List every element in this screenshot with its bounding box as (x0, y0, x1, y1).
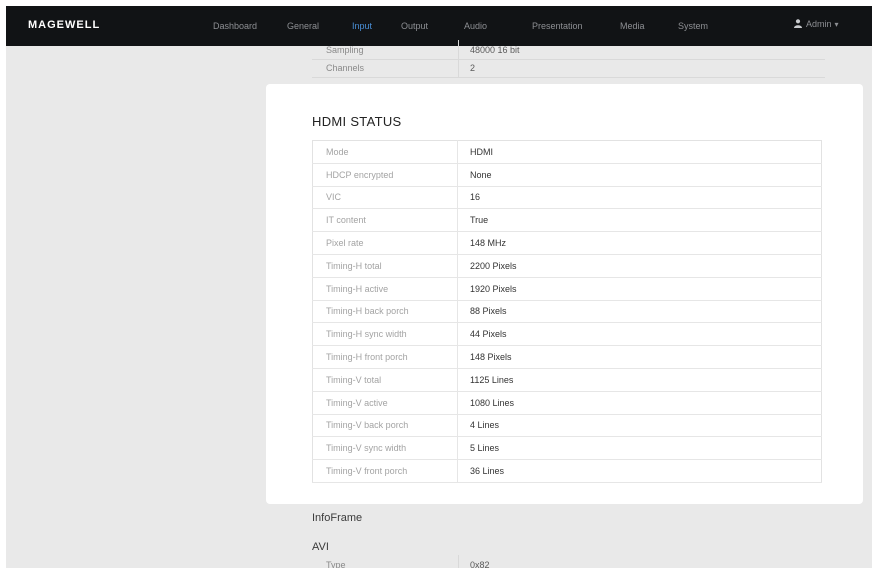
nav-item-system[interactable]: System (678, 21, 708, 31)
chevron-down-icon: ▾ (834, 20, 839, 29)
table-row: IT content True (312, 208, 822, 233)
row-value: 36 Lines (457, 459, 822, 483)
user-icon (794, 19, 802, 28)
table-row: Mode HDMI (312, 140, 822, 164)
nav-item-input[interactable]: Input (352, 21, 372, 31)
row-value: 0x82 (470, 560, 490, 568)
infoframe-heading: InfoFrame (312, 512, 363, 524)
table-row: Timing-V sync width 5 Lines (312, 436, 822, 461)
row-value: 2200 Pixels (457, 254, 822, 278)
row-value: 48000 16 bit (470, 45, 520, 55)
row-key: VIC (312, 186, 458, 210)
table-row: Timing-H total 2200 Pixels (312, 254, 822, 278)
row-key: Pixel rate (312, 231, 458, 255)
row-key: Channels (326, 63, 365, 73)
row-key: Type (326, 560, 346, 568)
table-row: Timing-H front porch 148 Pixels (312, 345, 822, 369)
table-row: Sampling 48000 16 bit (312, 40, 825, 60)
nav-item-presentation[interactable]: Presentation (532, 21, 583, 31)
table-row: Pixel rate 148 MHz (312, 231, 822, 255)
user-menu[interactable]: Admin ▾ (794, 19, 839, 29)
table-row: Timing-V active 1080 Lines (312, 391, 822, 415)
row-key: Timing-H sync width (312, 322, 458, 347)
row-key: Timing-H total (312, 254, 458, 278)
modal-title: HDMI STATUS (312, 114, 402, 129)
divider (458, 555, 459, 568)
row-key: Timing-V front porch (312, 459, 458, 483)
row-key: Timing-H active (312, 277, 458, 301)
row-value: 16 (457, 186, 822, 210)
row-key: Timing-V sync width (312, 436, 458, 461)
row-value: 148 MHz (457, 231, 822, 255)
row-key: IT content (312, 208, 458, 233)
user-name: Admin (806, 19, 832, 29)
row-key: Timing-V active (312, 391, 458, 415)
table-row: Type 0x82 (312, 555, 825, 568)
table-row: VIC 16 (312, 186, 822, 210)
row-value: HDMI (457, 140, 822, 164)
table-row: Timing-V front porch 36 Lines (312, 459, 822, 483)
brand-logo[interactable]: MAGEWELL (28, 19, 100, 31)
hdmi-status-modal: HDMI STATUS Mode HDMI HDCP encrypted None … (266, 84, 863, 504)
row-key: Mode (312, 140, 458, 164)
table-row: HDCP encrypted None (312, 163, 822, 187)
nav-item-dashboard[interactable]: Dashboard (213, 21, 257, 31)
nav-item-general[interactable]: General (287, 21, 319, 31)
table-row: Timing-H active 1920 Pixels (312, 277, 822, 301)
row-value: True (457, 208, 822, 233)
avi-heading: AVI (312, 541, 329, 553)
row-key: Timing-V total (312, 368, 458, 392)
row-key: HDCP encrypted (312, 163, 458, 187)
row-value: 1080 Lines (457, 391, 822, 415)
row-key: Sampling (326, 45, 364, 55)
row-value: None (457, 163, 822, 187)
nav-item-media[interactable]: Media (620, 21, 645, 31)
nav-item-audio[interactable]: Audio (464, 21, 487, 31)
row-value: 88 Pixels (457, 300, 822, 324)
row-key: Timing-V back porch (312, 414, 458, 438)
table-row: Timing-V back porch 4 Lines (312, 414, 822, 438)
row-value: 2 (470, 63, 476, 73)
table-row: Timing-H sync width 44 Pixels (312, 322, 822, 347)
row-value: 148 Pixels (457, 345, 822, 369)
divider (458, 40, 459, 59)
row-value: 44 Pixels (457, 322, 822, 347)
table-row: Timing-H back porch 88 Pixels (312, 300, 822, 324)
row-key: Timing-H back porch (312, 300, 458, 324)
table-row: Timing-V total 1125 Lines (312, 368, 822, 392)
nav-item-output[interactable]: Output (401, 21, 428, 31)
hdmi-status-table: Mode HDMI HDCP encrypted None VIC 16 IT con… (312, 140, 822, 483)
divider (458, 58, 459, 77)
row-value: 1125 Lines (457, 368, 822, 392)
row-key: Timing-H front porch (312, 345, 458, 369)
table-row: Channels 2 (312, 58, 825, 78)
app-window: MAGEWELL Dashboard General Input Output … (6, 6, 872, 568)
row-value: 4 Lines (457, 414, 822, 438)
row-value: 1920 Pixels (457, 277, 822, 301)
row-value: 5 Lines (457, 436, 822, 461)
